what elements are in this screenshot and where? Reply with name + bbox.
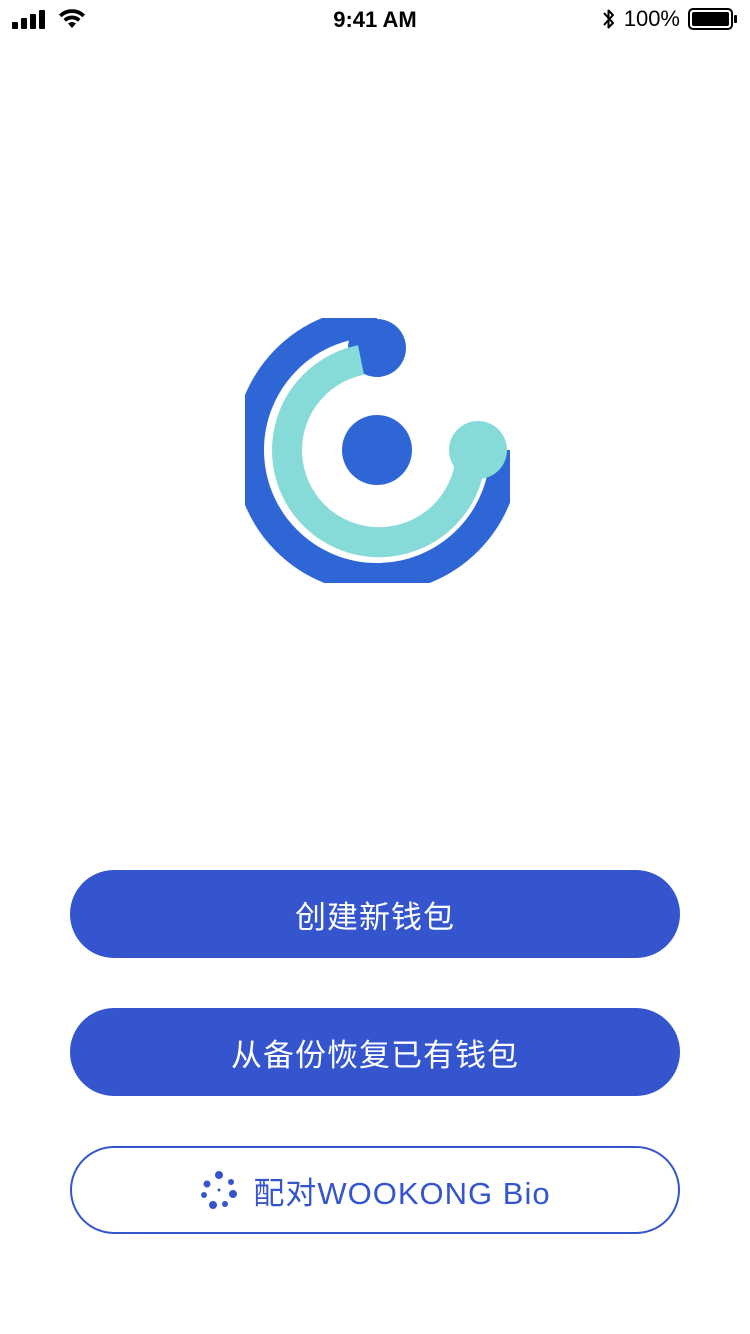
welcome-screen: 9:41 AM 100% 创建新钱包 从备份恢复已有钱包 配对WOOKONG B… <box>0 0 750 1334</box>
status-right: 100% <box>602 6 738 32</box>
logo-inner-cap <box>449 421 507 479</box>
pair-device-label: 配对WOOKONG Bio <box>253 1175 551 1211</box>
create-wallet-label: 创建新钱包 <box>295 899 455 935</box>
pair-device-button[interactable]: 配对WOOKONG Bio <box>70 1146 680 1234</box>
bluetooth-icon <box>602 9 614 29</box>
logo-center-dot <box>342 415 412 485</box>
battery-percent: 100% <box>623 6 680 31</box>
restore-wallet-label: 从备份恢复已有钱包 <box>231 1037 519 1073</box>
restore-wallet-button[interactable]: 从备份恢复已有钱包 <box>70 1008 680 1096</box>
wallet-logo-icon <box>245 318 510 583</box>
device-pair-icon <box>201 1171 238 1209</box>
create-wallet-button[interactable]: 创建新钱包 <box>70 870 680 958</box>
battery-icon <box>688 8 737 30</box>
status-bar: 9:41 AM 100% <box>0 0 750 40</box>
